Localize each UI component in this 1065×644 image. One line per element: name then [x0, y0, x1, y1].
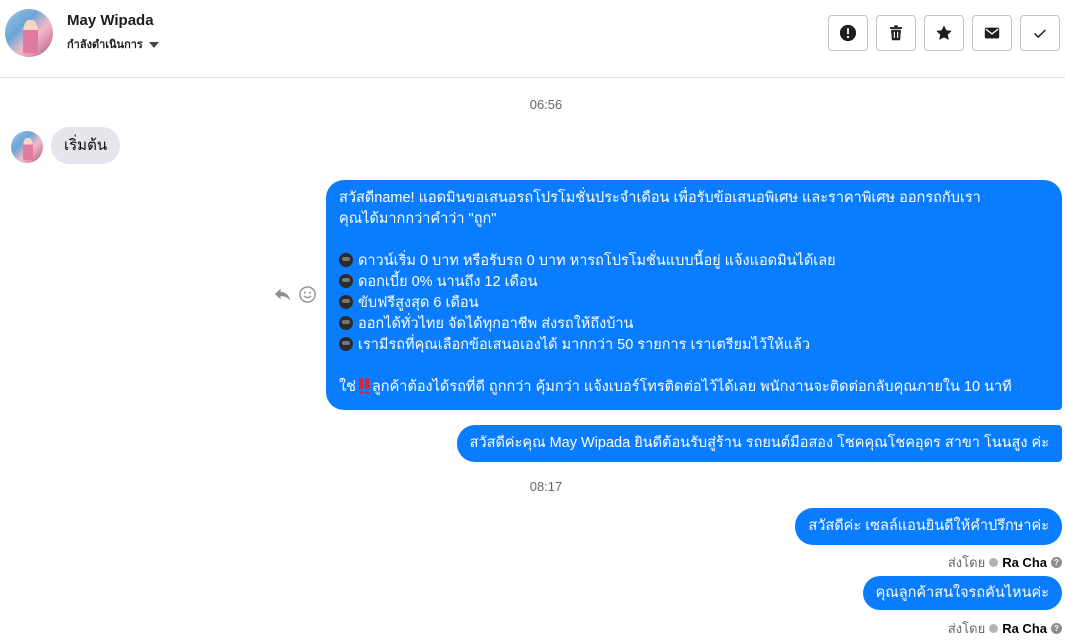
- emoji-icon[interactable]: [298, 285, 317, 304]
- conversation-header: May Wipada กำลังดำเนินการ: [0, 0, 1065, 78]
- promo-intro-line: สวัสดีname! แอดมินขอเสนอรถโปรโมชั่นประจำ…: [339, 190, 981, 206]
- promo-message[interactable]: สวัสดีname! แอดมินขอเสนอรถโปรโมชั่นประจำ…: [326, 180, 1062, 410]
- sent-by-info: ส่งโดย Ra Cha ?: [948, 618, 1062, 639]
- welcome-message[interactable]: สวัสดีค่ะคุณ May Wipada ยินดีต้อนรับสู่ร…: [456, 425, 1062, 462]
- contact-avatar[interactable]: [5, 9, 53, 57]
- help-icon[interactable]: ?: [1051, 557, 1062, 568]
- star-icon: [936, 25, 952, 40]
- mark-unread-button[interactable]: [972, 15, 1012, 51]
- check-icon: [1034, 29, 1046, 39]
- timestamp: 08:17: [529, 479, 563, 494]
- car-emoji-icon: [339, 295, 353, 309]
- timestamp: 06:56: [529, 97, 563, 112]
- star-button[interactable]: [924, 15, 964, 51]
- trash-icon: [889, 25, 903, 41]
- sent-by-info: ส่งโดย Ra Cha ?: [948, 552, 1062, 573]
- sent-by-label: ส่งโดย: [947, 621, 986, 636]
- promo-intro-line: คุณได้มากกว่าคำว่า "ถูก": [339, 211, 497, 227]
- promo-bullet: เรามีรถที่คุณเลือกข้อเสนอเองได้ มากกว่า …: [339, 335, 1049, 356]
- message-actions: [273, 285, 317, 304]
- promo-bullet: ออกได้ทั่วไทย จัดได้ทุกอาชีพ ส่งรถให้ถึง…: [339, 314, 1049, 335]
- promo-bullet: ดอกเบี้ย 0% นานถึง 12 เดือน: [339, 272, 1049, 293]
- verified-icon: [989, 558, 999, 567]
- incoming-message[interactable]: เริ่มต้น: [51, 127, 121, 164]
- outgoing-message[interactable]: คุณลูกค้าสนใจรถคันไหนค่ะ: [862, 576, 1062, 610]
- conversation-status-dropdown[interactable]: กำลังดำเนินการ: [67, 35, 159, 53]
- reply-icon[interactable]: [273, 285, 292, 304]
- sender-name[interactable]: Ra Cha: [1002, 555, 1047, 570]
- contact-name[interactable]: May Wipada: [67, 12, 154, 29]
- verified-icon: [989, 624, 999, 633]
- caret-down-icon: [148, 41, 159, 48]
- conversation-status-label: กำลังดำเนินการ: [67, 39, 143, 51]
- alert-icon: [839, 24, 857, 42]
- outgoing-message[interactable]: สวัสดีค่ะ เซลล์แอนยินดีให้คำปรึกษาค่ะ: [795, 508, 1062, 545]
- envelope-icon: [984, 27, 1000, 39]
- mark-spam-button[interactable]: [828, 15, 868, 51]
- help-icon[interactable]: ?: [1051, 623, 1062, 634]
- sender-name[interactable]: Ra Cha: [1002, 621, 1047, 636]
- double-exclamation-icon: [358, 378, 370, 394]
- car-emoji-icon: [339, 253, 353, 267]
- promo-bullet: ขับฟรีสูงสุด 6 เดือน: [339, 293, 1049, 314]
- conversation-toolbar: [828, 15, 1060, 51]
- delete-button[interactable]: [876, 15, 916, 51]
- car-emoji-icon: [339, 274, 353, 288]
- sent-by-label: ส่งโดย: [947, 555, 986, 570]
- sender-avatar: [11, 131, 43, 163]
- promo-closing: ใช่ ลูกค้าต้องได้รถที่ดี ถูกกว่า คุ้มกว่า…: [339, 378, 1012, 395]
- mark-done-button[interactable]: [1020, 15, 1060, 51]
- car-emoji-icon: [339, 316, 353, 330]
- promo-bullet: ดาวน์เริ่ม 0 บาท หรือรับรถ 0 บาท หารถโปร…: [339, 251, 1049, 272]
- car-emoji-icon: [339, 337, 353, 351]
